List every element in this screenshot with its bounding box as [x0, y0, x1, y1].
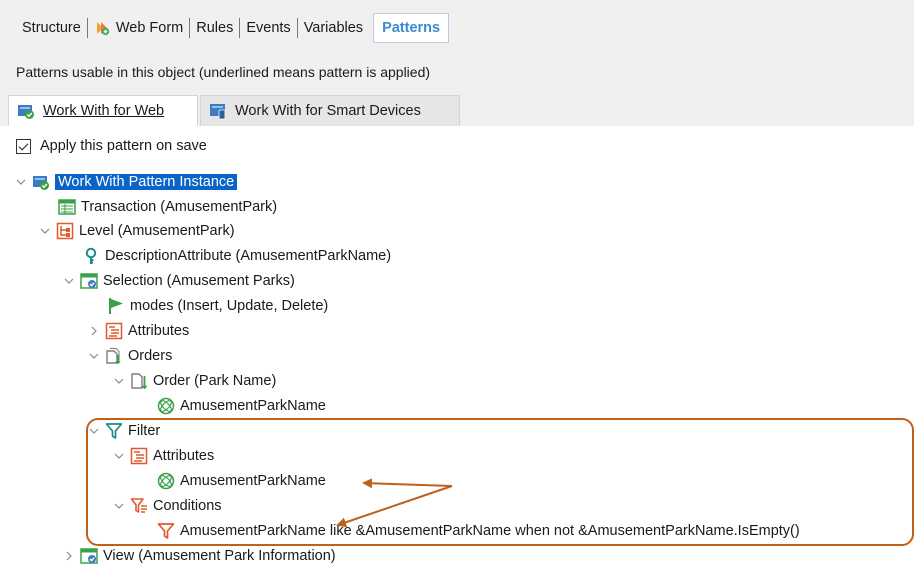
view-icon: [80, 547, 98, 565]
tab-label: Work With for Smart Devices: [235, 103, 421, 119]
tree-node-label: Filter: [128, 423, 161, 439]
tree-node-label: AmusementParkName like &AmusementParkNam…: [180, 523, 800, 539]
editor-tabs: Structure Web Form Rules Events Variable…: [16, 13, 450, 43]
tree-node-label: Work With Pattern Instance: [55, 174, 238, 190]
tab-label: Patterns: [382, 20, 441, 36]
tree-node-label: modes (Insert, Update, Delete): [130, 298, 329, 314]
tab-label: Web Form: [115, 20, 184, 36]
tree-node-orders[interactable]: Orders: [87, 345, 172, 367]
tree-node-label: Orders: [128, 348, 173, 364]
tab-events[interactable]: Events: [240, 13, 296, 43]
conditions-icon: [130, 497, 148, 515]
attributes-icon: [105, 322, 123, 340]
attribute-icon: [157, 472, 175, 490]
tree-node-root[interactable]: Work With Pattern Instance: [14, 171, 238, 193]
tree-node-label: View (Amusement Park Information): [103, 548, 336, 564]
tree-node-label: Level (AmusementPark): [79, 223, 235, 239]
tree-node-level[interactable]: Level (AmusementPark): [38, 220, 235, 242]
chevron-down-icon[interactable]: [112, 499, 126, 513]
apply-on-save-row[interactable]: Apply this pattern on save: [16, 138, 207, 154]
work-with-web-icon: [17, 102, 35, 120]
tab-work-with-web[interactable]: Work With for Web: [8, 95, 198, 126]
chevron-right-icon[interactable]: [87, 324, 101, 338]
chevron-down-icon[interactable]: [14, 175, 28, 189]
tab-patterns[interactable]: Patterns: [373, 13, 450, 43]
tree-node-order[interactable]: Order (Park Name): [112, 370, 276, 392]
chevron-down-icon[interactable]: [87, 349, 101, 363]
tree-node-label: Attributes: [128, 323, 190, 339]
tab-label: Work With for Web: [43, 103, 165, 119]
chevron-down-icon[interactable]: [87, 424, 101, 438]
tab-work-with-smart-devices[interactable]: Work With for Smart Devices: [200, 95, 460, 126]
tree-node-description-attribute[interactable]: DescriptionAttribute (AmusementParkName): [82, 245, 391, 267]
tab-variables[interactable]: Variables: [298, 13, 369, 43]
chevron-down-icon[interactable]: [62, 274, 76, 288]
tree-node-label: AmusementParkName: [180, 398, 326, 414]
filter-icon: [105, 422, 123, 440]
tree-node-conditions[interactable]: Conditions: [112, 495, 222, 517]
tree-node-view[interactable]: View (Amusement Park Information): [62, 545, 336, 567]
orders-icon: [105, 347, 123, 365]
info-bar: Patterns usable in this object (underlin…: [0, 52, 914, 92]
smart-devices-icon: [209, 102, 227, 120]
tab-label: Events: [246, 20, 291, 36]
tab-label: Rules: [196, 20, 234, 36]
chevron-down-icon[interactable]: [112, 374, 126, 388]
apply-on-save-label: Apply this pattern on save: [40, 138, 207, 154]
tree-node-label: Transaction (AmusementPark): [81, 199, 278, 215]
tab-label: Variables: [303, 20, 364, 36]
condition-filter-icon: [157, 522, 175, 540]
tree-node-label: Conditions: [153, 498, 222, 514]
level-icon: [56, 222, 74, 240]
tree-node-selection[interactable]: Selection (Amusement Parks): [62, 270, 295, 292]
tree-node-filter-attributes[interactable]: Attributes: [112, 445, 214, 467]
tree-node-label: AmusementParkName: [180, 473, 326, 489]
tree-node-filter-attribute[interactable]: AmusementParkName: [157, 470, 326, 492]
tree-node-attributes[interactable]: Attributes: [87, 320, 189, 342]
chevron-down-icon[interactable]: [38, 224, 52, 238]
transaction-icon: [58, 198, 76, 216]
web-form-icon: [94, 20, 110, 36]
tree-node-condition[interactable]: AmusementParkName like &AmusementParkNam…: [157, 520, 800, 542]
tree-node-label: Selection (Amusement Parks): [103, 273, 295, 289]
tree-node-modes[interactable]: modes (Insert, Update, Delete): [107, 295, 328, 317]
chevron-down-icon[interactable]: [112, 449, 126, 463]
apply-on-save-checkbox[interactable]: [16, 138, 31, 154]
chevron-right-icon[interactable]: [62, 549, 76, 563]
tree-node-label: DescriptionAttribute (AmusementParkName): [105, 248, 392, 264]
attribute-icon: [157, 397, 175, 415]
key-icon: [82, 247, 100, 265]
toolbar: Structure Web Form Rules Events Variable…: [0, 0, 914, 52]
work-with-pattern-icon: [32, 173, 50, 191]
annotation-arrow: [362, 478, 453, 489]
tree-node-transaction[interactable]: Transaction (AmusementPark): [58, 196, 277, 218]
selection-icon: [80, 272, 98, 290]
tab-web-form[interactable]: Web Form: [88, 13, 189, 43]
tab-label: Structure: [22, 20, 81, 36]
tab-rules[interactable]: Rules: [190, 13, 239, 43]
pattern-tabs: Work With for Web Work With for Smart De…: [0, 92, 914, 126]
flag-icon: [107, 297, 125, 315]
tree-node-label: Order (Park Name): [153, 373, 277, 389]
tab-structure[interactable]: Structure: [16, 13, 87, 43]
tree-node-filter[interactable]: Filter: [87, 420, 160, 442]
attributes-icon: [130, 447, 148, 465]
patterns-info-text: Patterns usable in this object (underlin…: [16, 64, 431, 80]
order-icon: [130, 372, 148, 390]
tree-node-label: Attributes: [153, 448, 215, 464]
tree-node-order-attribute[interactable]: AmusementParkName: [157, 395, 326, 417]
